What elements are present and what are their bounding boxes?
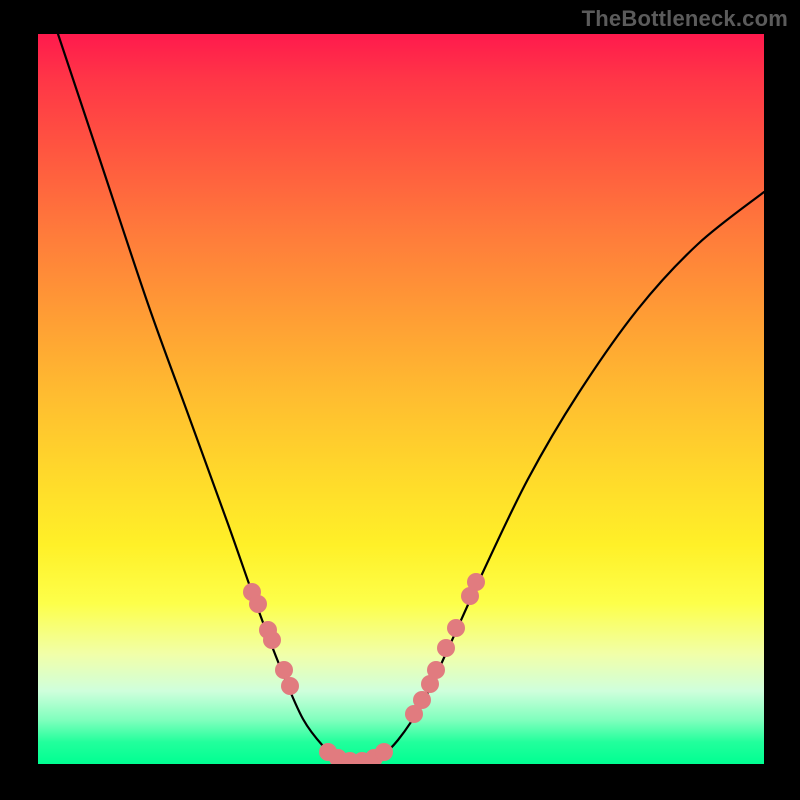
data-point <box>375 743 393 761</box>
data-point <box>467 573 485 591</box>
scatter-layer <box>243 573 485 764</box>
data-point <box>249 595 267 613</box>
data-point <box>413 691 431 709</box>
data-point <box>437 639 455 657</box>
data-point <box>427 661 445 679</box>
bottleneck-curve <box>58 34 764 762</box>
chart-frame: TheBottleneck.com <box>0 0 800 800</box>
data-point <box>263 631 281 649</box>
chart-svg <box>38 34 764 764</box>
data-point <box>281 677 299 695</box>
data-point <box>447 619 465 637</box>
plot-area <box>38 34 764 764</box>
data-point <box>275 661 293 679</box>
watermark-text: TheBottleneck.com <box>582 6 788 32</box>
